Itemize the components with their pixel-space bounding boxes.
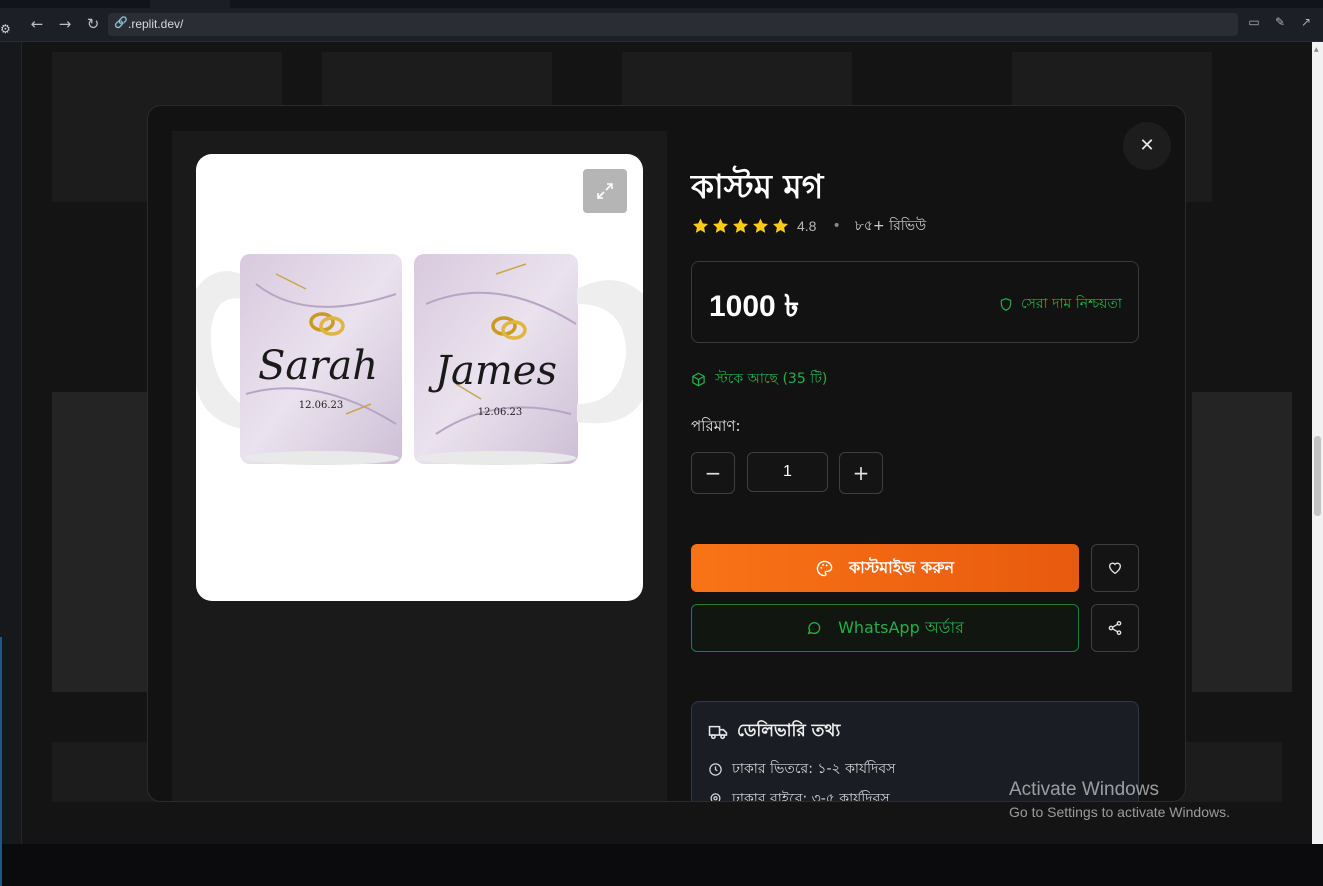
star-icon [713, 218, 728, 233]
product-modal: Sarah James 12.06.23 12.06.23 ✕ কাস্টম ম… [147, 105, 1186, 802]
settings-icon[interactable]: ⚙ [0, 22, 11, 36]
address-url[interactable]: .replit.dev/ [128, 17, 183, 31]
activation-title: Activate Windows [1009, 779, 1159, 800]
stock-status: স্টকে আছে (35 টি) [691, 367, 827, 391]
whatsapp-icon [807, 622, 821, 635]
wishlist-button[interactable] [1091, 544, 1139, 592]
close-icon: ✕ [1139, 135, 1155, 156]
stock-text: স্টকে আছে (35 টি) [715, 371, 828, 387]
mug-illustration: Sarah James 12.06.23 12.06.23 [196, 254, 643, 465]
image-panel: Sarah James 12.06.23 12.06.23 [172, 131, 667, 801]
product-price: 1000 ৳ [709, 290, 800, 323]
page-scrollbar[interactable]: ▲ [1312, 42, 1323, 844]
customize-button[interactable]: কাস্টমাইজ করুন [691, 544, 1079, 592]
delivery-outside-text: ঢাকার বাইরে: ৩-৫ কার্যদিবস [732, 791, 890, 802]
browser-toolbar: ⚙ ← → ↻ 🔗 .replit.dev/ ▭ ✎ ↗ [0, 8, 1323, 42]
devices-icon[interactable]: ▭ [1246, 15, 1262, 31]
active-tab[interactable] [150, 0, 230, 8]
price-guarantee: সেরা দাম নিশ্চয়তা [999, 292, 1122, 316]
map-pin-icon [710, 792, 721, 801]
scroll-up-icon[interactable]: ▲ [1314, 46, 1319, 53]
product-title: কাস্টম মগ [691, 167, 824, 206]
scrollbar-thumb[interactable] [1314, 436, 1321, 516]
price-box: 1000 ৳ সেরা দাম নিশ্চয়তা [691, 261, 1139, 343]
rating-separator: • [832, 218, 841, 234]
star-icon [753, 218, 768, 233]
delivery-header: ডেলিভারি তথ্য [708, 718, 840, 746]
sidebar-accent [0, 637, 2, 886]
mug-date-left: 12.06.23 [299, 400, 344, 411]
delivery-outside-row: ঢাকার বাইরে: ৩-৫ কার্যদিবস [708, 787, 890, 802]
delivery-title: ডেলিভারি তথ্য [737, 721, 841, 741]
minus-icon: − [704, 461, 722, 485]
link-icon: 🔗 [114, 16, 128, 29]
reload-icon[interactable]: ↻ [83, 14, 103, 34]
mug-name-right: James [428, 348, 557, 394]
rating-value: 4.8 [797, 218, 817, 234]
whatsapp-order-button[interactable]: WhatsApp অর্ডার [691, 604, 1079, 652]
clock-icon [709, 762, 722, 776]
quantity-increase-button[interactable]: + [839, 452, 883, 494]
truck-icon [708, 725, 728, 740]
customize-label: কাস্টমাইজ করুন [848, 557, 955, 577]
editor-sidebar [0, 42, 22, 886]
forward-icon[interactable]: → [55, 14, 75, 34]
product-image[interactable]: Sarah James 12.06.23 12.06.23 [196, 154, 643, 601]
close-modal-button[interactable]: ✕ [1123, 122, 1171, 170]
star-icon [693, 218, 708, 233]
mug-date-right: 12.06.23 [478, 407, 523, 418]
heart-icon [1108, 562, 1122, 575]
open-external-icon[interactable]: ↗ [1298, 15, 1314, 31]
share-button[interactable] [1091, 604, 1139, 652]
windows-activation-watermark: Activate Windows Go to Settings to activ… [1009, 779, 1230, 820]
review-count[interactable]: ৮৫+ রিভিউ [855, 214, 926, 238]
star-icon [733, 218, 748, 233]
quantity-input[interactable]: 1 [747, 452, 828, 492]
expand-icon [597, 183, 613, 199]
back-icon[interactable]: ← [27, 14, 47, 34]
wrench-icon[interactable]: ✎ [1272, 15, 1288, 31]
quantity-label: পরিমাণ: [691, 417, 741, 435]
activation-subtitle: Go to Settings to activate Windows. [1009, 804, 1230, 820]
expand-image-button[interactable] [583, 169, 627, 213]
star-icon [773, 218, 788, 233]
plus-icon: + [852, 461, 870, 485]
delivery-inside-row: ঢাকার ভিতরে: ১-২ কার্যদিবস [708, 757, 895, 781]
share-icon [1108, 621, 1122, 635]
shield-icon [1000, 297, 1012, 311]
package-icon [692, 372, 705, 386]
palette-icon [816, 560, 833, 576]
quantity-decrease-button[interactable]: − [691, 452, 735, 494]
tab-strip [0, 0, 1323, 8]
mug-name-left: Sarah [258, 343, 378, 389]
delivery-inside-text: ঢাকার ভিতরে: ১-২ কার্যদিবস [732, 761, 896, 777]
rating-row: 4.8 • ৮৫+ রিভিউ [691, 216, 926, 236]
address-bar[interactable]: 🔗 .replit.dev/ [108, 13, 1238, 36]
guarantee-text: সেরা দাম নিশ্চয়তা [1020, 296, 1122, 312]
whatsapp-label: WhatsApp অর্ডার [838, 617, 964, 637]
